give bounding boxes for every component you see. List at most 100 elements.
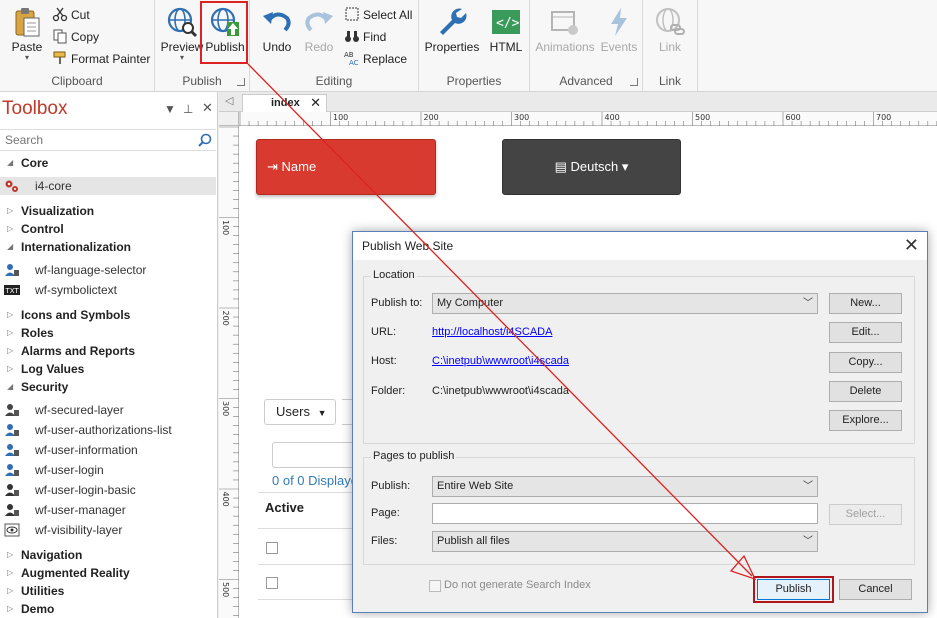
select-all-button[interactable]: Select All <box>344 5 412 25</box>
document-tabstrip: ◁ index ✕ <box>219 92 937 112</box>
select-page-button[interactable]: Select... <box>829 504 902 525</box>
search-icon[interactable] <box>198 133 212 147</box>
files-label: Files: <box>371 535 398 547</box>
animations-button[interactable]: Animations <box>534 4 596 62</box>
language-button[interactable]: ▤ Deutsch ▾ <box>502 139 681 195</box>
row-checkbox[interactable] <box>266 542 278 554</box>
publish-scope-select[interactable]: Entire Web Site ﹀ <box>432 476 818 497</box>
collapsed-arrow-icon[interactable]: ▷ <box>7 342 13 360</box>
tab-index[interactable]: index ✕ <box>242 94 327 112</box>
toolbox-row-label: wf-language-selector <box>35 263 147 277</box>
dialog-close-icon[interactable]: ✕ <box>904 235 919 256</box>
toolbox-category[interactable]: ▷ Control <box>0 220 216 238</box>
link-button[interactable]: Link <box>647 4 693 62</box>
toolbox-item[interactable]: wf-secured-layer <box>0 401 216 419</box>
toolbox-item[interactable]: wf-user-information <box>0 441 216 459</box>
collapsed-arrow-icon[interactable]: ▷ <box>7 324 13 342</box>
collapsed-arrow-icon[interactable]: ▷ <box>7 202 13 220</box>
url-link[interactable]: http://localhost/i4SCADA <box>432 326 552 338</box>
publish-to-select[interactable]: My Computer ﹀ <box>432 293 818 314</box>
cancel-button[interactable]: Cancel <box>839 579 912 600</box>
toolbox-category[interactable]: ▷ Log Values <box>0 360 216 378</box>
publish-scope-value: Entire Web Site <box>437 480 514 492</box>
publish-group-launcher-icon[interactable] <box>237 78 245 86</box>
link-label: Link <box>658 40 681 54</box>
collapsed-arrow-icon[interactable]: ▷ <box>7 582 13 600</box>
replace-button[interactable]: AB AC Replace <box>344 49 407 69</box>
explore-button[interactable]: Explore... <box>829 410 902 431</box>
expanded-arrow-icon[interactable]: ◢ <box>7 238 13 256</box>
toolbox-item[interactable]: wf-user-manager <box>0 501 216 519</box>
format-painter-button[interactable]: Format Painter <box>52 49 150 69</box>
toolbox-category[interactable]: ◢ Core <box>0 154 216 172</box>
advanced-group-launcher-icon[interactable] <box>630 78 638 86</box>
toolbox-item[interactable]: i4-core <box>0 177 216 195</box>
language-button-label: Deutsch <box>570 159 619 174</box>
undo-button[interactable]: Undo <box>254 4 300 62</box>
globe-search-icon <box>167 7 198 38</box>
toolbox-dropdown-icon[interactable]: ▼ <box>164 102 176 116</box>
tab-scroll-left-icon[interactable]: ◁ <box>225 94 233 107</box>
page-input[interactable] <box>432 503 818 524</box>
toolbox-item[interactable]: wf-user-login <box>0 461 216 479</box>
toolbox-close-icon[interactable]: ✕ <box>202 100 213 116</box>
svg-text:AC: AC <box>349 59 359 66</box>
delete-button[interactable]: Delete <box>829 381 902 402</box>
html-icon: </> <box>492 10 520 34</box>
collapsed-arrow-icon[interactable]: ▷ <box>7 306 13 324</box>
select-all-icon <box>345 7 359 21</box>
globe-link-icon <box>656 8 685 35</box>
toolbox-item[interactable]: wf-visibility-layer <box>0 521 216 539</box>
toolbox-category[interactable]: ◢ Security <box>0 378 216 396</box>
toolbox-category[interactable]: ▷ Utilities <box>0 582 216 600</box>
new-button[interactable]: New... <box>829 293 902 314</box>
users-dropdown-button[interactable]: Users ▼ <box>264 399 336 425</box>
toolbox-item[interactable]: wf-language-selector <box>0 261 216 279</box>
collapsed-arrow-icon[interactable]: ▷ <box>7 564 13 582</box>
film-gear-icon <box>551 11 578 35</box>
vertical-ruler-ticks: 100 200 300 400 500 <box>219 126 239 617</box>
collapsed-arrow-icon[interactable]: ▷ <box>7 220 13 238</box>
edit-button[interactable]: Edit... <box>829 322 902 343</box>
collapsed-arrow-icon[interactable]: ▷ <box>7 546 13 564</box>
toolbox-category[interactable]: ▷ Demo <box>0 600 216 618</box>
toolbox-category[interactable]: ▷ Augmented Reality <box>0 564 216 582</box>
properties-button[interactable]: Properties <box>423 4 481 62</box>
collapsed-arrow-icon[interactable]: ▷ <box>7 600 13 618</box>
toolbox-category[interactable]: ▷ Navigation <box>0 546 216 564</box>
redo-button[interactable]: Redo <box>296 4 342 62</box>
find-button[interactable]: Find <box>344 27 386 47</box>
toolbox-category[interactable]: ▷ Roles <box>0 324 216 342</box>
toolbox-title: Toolbox <box>2 98 68 119</box>
preview-button[interactable]: Preview ▾ <box>159 4 205 62</box>
toolbox-category[interactable]: ◢ Internationalization <box>0 238 216 256</box>
expanded-arrow-icon[interactable]: ◢ <box>7 154 13 172</box>
events-button[interactable]: Events <box>596 4 642 62</box>
collapsed-arrow-icon[interactable]: ▷ <box>7 360 13 378</box>
tab-close-icon[interactable]: ✕ <box>310 95 321 111</box>
copy-button[interactable]: Copy <box>52 27 99 47</box>
html-button[interactable]: </> HTML <box>483 4 529 62</box>
row-checkbox[interactable] <box>266 577 278 589</box>
no-search-index-checkbox[interactable] <box>429 580 441 592</box>
copy-location-button[interactable]: Copy... <box>829 352 902 373</box>
pin-icon[interactable]: ⊥ <box>183 102 193 116</box>
host-link[interactable]: C:\inetpub\wwwroot\i4scada <box>432 355 569 367</box>
toolbox-search-input[interactable] <box>0 130 190 150</box>
toolbox-item[interactable]: wf-user-login-basic <box>0 481 216 499</box>
expanded-arrow-icon[interactable]: ◢ <box>7 378 13 396</box>
toolbox-row-label: wf-user-login <box>35 463 104 477</box>
toolbox-item[interactable]: wf-user-authorizations-list <box>0 421 216 439</box>
toolbox-category[interactable]: ▷ Alarms and Reports <box>0 342 216 360</box>
name-button[interactable]: ⇥ Name <box>256 139 436 195</box>
cut-button[interactable]: Cut <box>52 5 90 25</box>
toolbox-category[interactable]: ▷ Visualization <box>0 202 216 220</box>
svg-text:TXT: TXT <box>5 287 20 295</box>
files-select[interactable]: Publish all files ﹀ <box>432 531 818 552</box>
toolbox-category[interactable]: ▷ Icons and Symbols <box>0 306 216 324</box>
toolbox-item[interactable]: TXT wf-symbolictext <box>0 281 216 299</box>
toolbox-row-label: wf-user-manager <box>35 503 126 517</box>
publish-highlight-box <box>200 1 248 64</box>
caret-down-icon: ▾ <box>621 159 629 174</box>
paste-button[interactable]: Paste ▾ <box>6 4 48 62</box>
